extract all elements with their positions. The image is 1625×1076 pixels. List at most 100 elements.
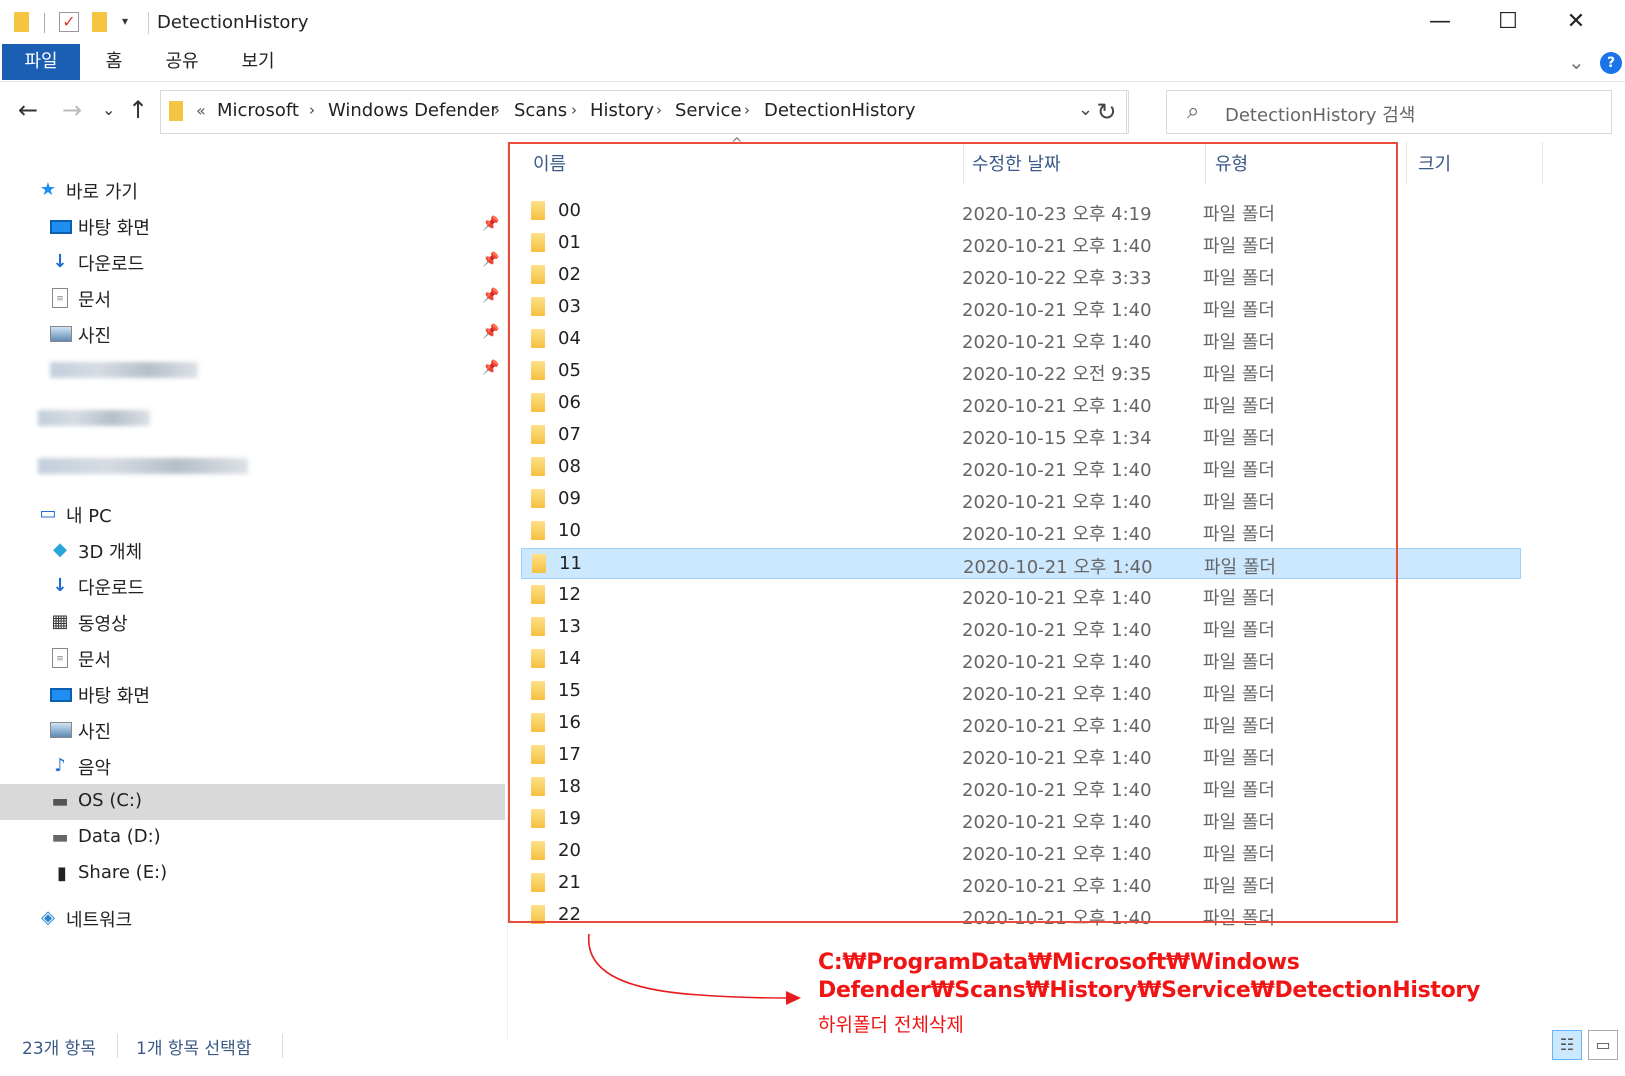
drive-icon: ▬ — [51, 791, 69, 812]
ribbon-expand-icon[interactable]: ⌄ — [1568, 50, 1585, 74]
download-icon: ↓ — [52, 251, 68, 272]
network-icon: ◈ — [41, 907, 55, 928]
back-button[interactable]: ← — [18, 96, 38, 124]
refresh-button[interactable]: ↻ — [1085, 90, 1129, 134]
divider — [282, 1034, 283, 1058]
sidebar-item-network[interactable]: ◈ 네트워크 — [0, 900, 505, 936]
sidebar-item-desktop[interactable]: 바탕 화면 📌 — [0, 208, 505, 244]
sidebar-item-redacted[interactable] — [0, 448, 505, 484]
sidebar-item-downloads[interactable]: ↓ 다운로드 — [0, 568, 505, 604]
breadcrumb-service[interactable]: Service — [675, 100, 742, 121]
desktop-icon — [50, 688, 72, 702]
ribbon: 파일 홈 공유 보기 ⌄ ? — [0, 44, 1625, 82]
desktop-icon — [50, 220, 72, 234]
sidebar-item-os-c[interactable]: ▬ OS (C:) — [0, 784, 505, 820]
recent-locations-icon[interactable]: ⌄ — [102, 100, 115, 119]
quick-access-dropdown-icon[interactable]: ▾ — [122, 14, 128, 28]
pin-icon[interactable]: 📌 — [482, 360, 499, 376]
forward-button[interactable]: → — [62, 96, 82, 124]
breadcrumb-history[interactable]: History — [590, 100, 654, 121]
divider — [44, 13, 45, 33]
sidebar-item-label: 문서 — [78, 290, 112, 311]
minimize-button[interactable]: — — [1420, 4, 1460, 40]
sidebar-item-label: 내 PC — [66, 506, 112, 527]
tab-view[interactable]: 보기 — [234, 44, 282, 80]
sidebar-item-downloads[interactable]: ↓ 다운로드 📌 — [0, 244, 505, 280]
sidebar-item-music[interactable]: ♪ 음악 — [0, 748, 505, 784]
address-bar[interactable]: « Microsoft › Windows Defender › Scans ›… — [160, 90, 1127, 134]
chevron-right-icon[interactable]: › — [309, 101, 315, 119]
star-icon: ★ — [39, 179, 57, 200]
sidebar-item-label: 다운로드 — [78, 578, 145, 599]
highlight-box — [508, 142, 1398, 923]
film-icon: ▦ — [51, 611, 69, 632]
sidebar-item-label: 3D 개체 — [78, 542, 143, 563]
tab-home[interactable]: 홈 — [94, 44, 134, 80]
tab-share[interactable]: 공유 — [158, 44, 206, 80]
column-divider[interactable] — [1406, 142, 1407, 184]
status-item-count: 23개 항목 — [22, 1039, 96, 1059]
sidebar-item-redacted[interactable] — [0, 400, 505, 436]
sidebar-item-documents[interactable]: ≡ 문서 📌 — [0, 280, 505, 316]
sidebar-item-redacted[interactable]: 📌 — [0, 352, 505, 388]
new-folder-icon[interactable] — [92, 12, 107, 32]
redacted-label — [50, 362, 198, 378]
title-bar: ✓ ▾ DetectionHistory — ☐ ✕ — [0, 0, 1625, 44]
redacted-label — [38, 410, 150, 426]
music-icon: ♪ — [54, 755, 66, 776]
search-box[interactable]: ⌕ DetectionHistory 검색 — [1166, 90, 1612, 134]
details-view-icon[interactable]: ☷ — [1552, 1030, 1582, 1060]
pin-icon[interactable]: 📌 — [482, 324, 499, 340]
help-icon[interactable]: ? — [1600, 52, 1622, 74]
column-divider[interactable] — [1542, 142, 1543, 184]
annotation-path-line1: C:₩ProgramData₩Microsoft₩Windows — [818, 950, 1300, 975]
sidebar-item-this-pc[interactable]: ▭ 내 PC — [0, 496, 505, 532]
breadcrumb-detectionhistory[interactable]: DetectionHistory — [764, 100, 915, 121]
sidebar-item-pictures[interactable]: 사진 📌 — [0, 316, 505, 352]
tab-file[interactable]: 파일 — [2, 44, 80, 80]
sidebar-item-videos[interactable]: ▦ 동영상 — [0, 604, 505, 640]
breadcrumb-overflow[interactable]: « — [196, 101, 206, 120]
sidebar-item-label: 동영상 — [78, 614, 128, 635]
sidebar-item-share-e[interactable]: ▮ Share (E:) — [0, 856, 505, 892]
sidebar-item-label: Data (D:) — [78, 826, 161, 847]
sidebar-item-label: 바탕 화면 — [78, 218, 150, 239]
sidebar-item-label: 문서 — [78, 650, 112, 671]
window-title: DetectionHistory — [157, 12, 309, 33]
status-selected-count: 1개 항목 선택함 — [136, 1039, 252, 1059]
picture-icon — [50, 722, 72, 738]
breadcrumb-microsoft[interactable]: Microsoft — [217, 100, 299, 121]
pin-icon[interactable]: 📌 — [482, 216, 499, 232]
sidebar-item-documents[interactable]: ≡ 문서 — [0, 640, 505, 676]
sidebar-item-label: 바탕 화면 — [78, 686, 150, 707]
column-header-size[interactable]: 크기 — [1418, 150, 1451, 176]
sidebar-item-3d-objects[interactable]: ◆ 3D 개체 — [0, 532, 505, 568]
sidebar-item-pictures[interactable]: 사진 — [0, 712, 505, 748]
maximize-button[interactable]: ☐ — [1488, 4, 1528, 40]
sidebar-item-label: 네트워크 — [66, 910, 133, 931]
chevron-right-icon[interactable]: › — [571, 101, 577, 119]
divider — [148, 12, 149, 34]
close-button[interactable]: ✕ — [1556, 4, 1596, 40]
large-icons-view-icon[interactable]: ▭ — [1588, 1030, 1618, 1060]
usb-drive-icon: ▮ — [57, 863, 67, 884]
drive-icon: ▬ — [51, 827, 69, 848]
document-icon: ≡ — [52, 288, 68, 308]
breadcrumb-scans[interactable]: Scans — [514, 100, 567, 121]
divider — [117, 1034, 118, 1058]
folder-icon — [14, 12, 29, 32]
chevron-right-icon[interactable]: › — [494, 101, 500, 119]
annotation-path-line2: Defender₩Scans₩History₩Service₩Detection… — [818, 978, 1481, 1003]
pin-icon[interactable]: 📌 — [482, 288, 499, 304]
chevron-right-icon[interactable]: › — [656, 101, 662, 119]
breadcrumb-windows-defender[interactable]: Windows Defender — [328, 100, 498, 121]
up-button[interactable]: ↑ — [128, 96, 148, 124]
chevron-right-icon[interactable]: › — [744, 101, 750, 119]
document-icon: ≡ — [52, 648, 68, 668]
sidebar-item-quick-access[interactable]: ★ 바로 가기 — [0, 172, 505, 208]
properties-icon[interactable]: ✓ — [59, 12, 79, 32]
sidebar-item-desktop[interactable]: 바탕 화면 — [0, 676, 505, 712]
navigation-pane: ★ 바로 가기 바탕 화면 📌 ↓ 다운로드 📌 ≡ 문서 📌 사진 📌 📌 ▭… — [0, 160, 505, 931]
pin-icon[interactable]: 📌 — [482, 252, 499, 268]
sidebar-item-data-d[interactable]: ▬ Data (D:) — [0, 820, 505, 856]
